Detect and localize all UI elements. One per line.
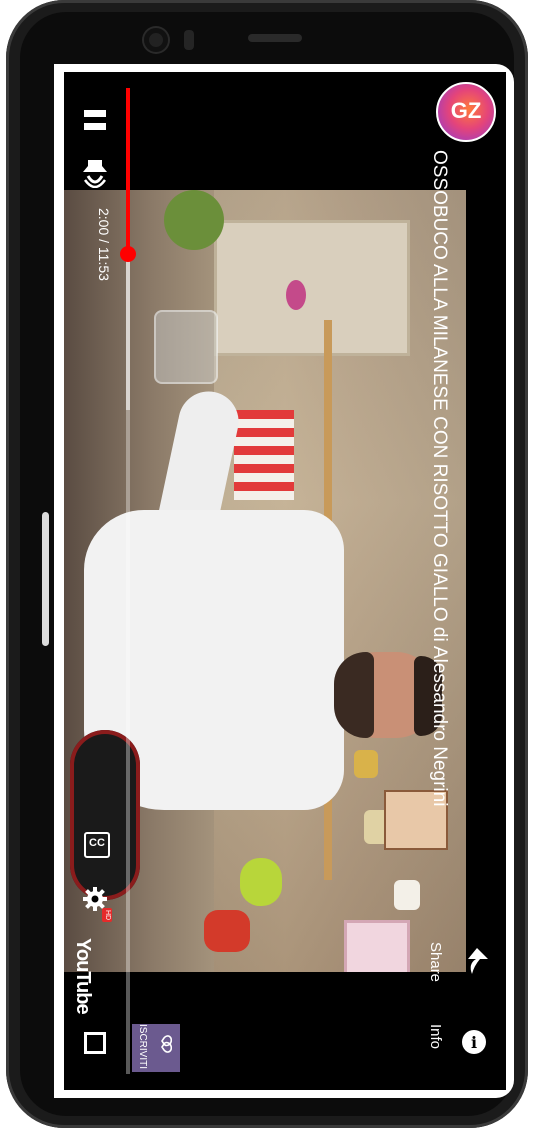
side-button [42, 512, 49, 646]
info-button[interactable]: Info [424, 1024, 444, 1084]
channel-logo[interactable]: GZ [436, 82, 496, 142]
pause-button[interactable] [84, 110, 106, 132]
video-cabinet [214, 220, 410, 356]
pause-icon [84, 123, 106, 130]
cc-icon: CC [89, 837, 105, 849]
fullscreen-button[interactable] [84, 1032, 106, 1054]
video-jar [394, 880, 420, 910]
proximity-sensor [184, 30, 194, 50]
info-icon[interactable]: i [462, 1030, 486, 1054]
info-glyph: i [470, 1033, 478, 1052]
video-title[interactable]: OSSOBUCO ALLA MILANESE CON RISOTTO GIALL… [420, 150, 450, 970]
youtube-logo[interactable]: YouTube [70, 938, 94, 1038]
progress-played [126, 88, 130, 254]
share-button[interactable]: Share [424, 942, 444, 1002]
hd-badge: HD [102, 908, 112, 922]
volume-icon[interactable] [82, 158, 108, 188]
pause-icon [84, 110, 106, 117]
heart-icon [161, 1035, 172, 1053]
fullscreen-icon [84, 1032, 95, 1043]
fullscreen-icon [95, 1032, 106, 1043]
video-picture-frame [344, 920, 410, 972]
video-flowers [286, 280, 306, 310]
video-frame[interactable] [64, 190, 466, 972]
video-jar [354, 750, 378, 778]
video-glass-bowl [154, 310, 218, 384]
fullscreen-icon [95, 1043, 106, 1054]
channel-logo-text: GZ [450, 98, 482, 123]
subscribe-label: ISCRIVITI [137, 1024, 148, 1070]
video-player[interactable]: 2:00 / 11:53 CC HD YouTube ISCRIVITI GZ … [64, 72, 506, 1090]
video-plant [164, 190, 224, 250]
captions-button[interactable]: CC [84, 832, 110, 858]
earpiece-speaker [248, 34, 302, 42]
fullscreen-icon [84, 1043, 95, 1054]
share-arrow-icon[interactable] [466, 948, 488, 974]
video-red-pot [204, 910, 250, 952]
time-readout: 2:00 / 11:53 [96, 208, 112, 281]
video-kettle [240, 858, 282, 906]
front-camera [144, 28, 168, 52]
progress-scrubber[interactable] [120, 246, 136, 262]
video-chef-beard [334, 652, 374, 738]
video-striped-awning [234, 410, 294, 500]
